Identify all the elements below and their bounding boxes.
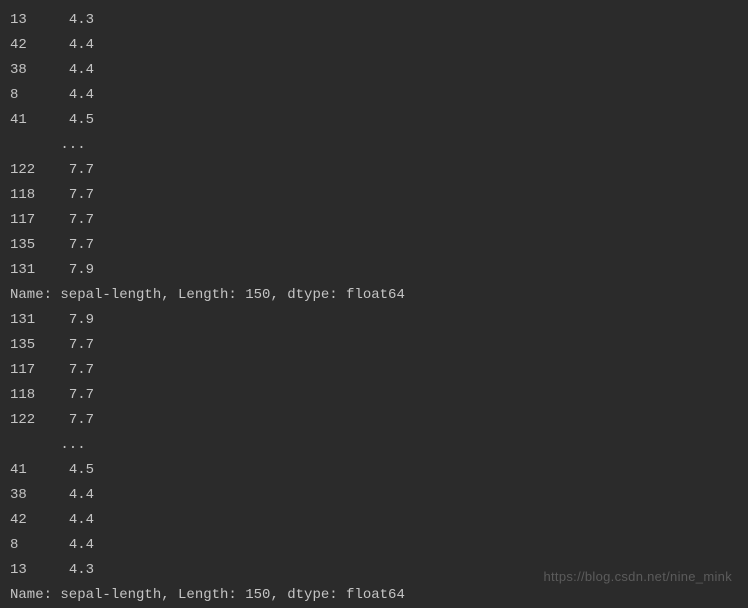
row-spacer [27,62,69,78]
data-row: 131 7.9 [10,308,738,333]
data-row: 38 4.4 [10,58,738,83]
row-index: 131 [10,312,35,328]
ellipsis-row: ... [10,133,738,158]
row-spacer [27,37,69,53]
row-index: 42 [10,37,27,53]
series-summary: Name: sepal-length, Length: 150, dtype: … [10,283,738,308]
row-value: 7.9 [69,262,94,278]
data-row: 8 4.4 [10,83,738,108]
row-index: 41 [10,112,27,128]
row-spacer [35,212,69,228]
row-index: 122 [10,162,35,178]
row-spacer [35,362,69,378]
row-spacer [27,112,69,128]
row-value: 7.7 [69,387,94,403]
row-index: 135 [10,237,35,253]
row-value: 4.5 [69,462,94,478]
row-spacer [27,12,69,28]
data-row: 118 7.7 [10,183,738,208]
data-row: 135 7.7 [10,233,738,258]
row-spacer [35,412,69,428]
row-index: 118 [10,187,35,203]
data-row: 117 7.7 [10,208,738,233]
row-index: 117 [10,212,35,228]
console-output: 13 4.3 42 4.4 38 4.4 8 4.4 41 4.5 ... 12… [10,8,738,608]
row-value: 4.4 [69,512,94,528]
row-value: 4.4 [69,537,94,553]
row-spacer [18,87,68,103]
data-row: 42 4.4 [10,33,738,58]
row-index: 38 [10,62,27,78]
row-value: 7.7 [69,187,94,203]
row-spacer [27,512,69,528]
row-spacer [35,162,69,178]
row-index: 13 [10,12,27,28]
row-spacer [35,387,69,403]
row-index: 122 [10,412,35,428]
row-index: 135 [10,337,35,353]
row-value: 7.7 [69,337,94,353]
data-row: 122 7.7 [10,158,738,183]
data-row: 38 4.4 [10,483,738,508]
row-index: 42 [10,512,27,528]
row-index: 38 [10,487,27,503]
row-spacer [27,462,69,478]
row-value: 4.4 [69,487,94,503]
row-value: 4.3 [69,12,94,28]
row-spacer [35,237,69,253]
row-index: 118 [10,387,35,403]
row-value: 4.5 [69,112,94,128]
row-value: 7.7 [69,237,94,253]
row-spacer [35,262,69,278]
row-value: 7.7 [69,412,94,428]
row-value: 4.4 [69,62,94,78]
data-row: 41 4.5 [10,108,738,133]
row-index: 41 [10,462,27,478]
row-value: 7.7 [69,362,94,378]
row-value: 7.9 [69,312,94,328]
data-row: 135 7.7 [10,333,738,358]
data-row: 42 4.4 [10,508,738,533]
row-value: 4.3 [69,562,94,578]
data-row: 122 7.7 [10,408,738,433]
data-row: 41 4.5 [10,458,738,483]
row-index: 13 [10,562,27,578]
row-index: 117 [10,362,35,378]
row-value: 4.4 [69,87,94,103]
row-value: 7.7 [69,212,94,228]
data-row: 118 7.7 [10,383,738,408]
data-row: 117 7.7 [10,358,738,383]
row-spacer [27,487,69,503]
data-row: 131 7.9 [10,258,738,283]
row-spacer [18,537,68,553]
row-spacer [35,187,69,203]
watermark-text: https://blog.csdn.net/nine_mink [543,564,732,589]
row-index: 131 [10,262,35,278]
row-value: 4.4 [69,37,94,53]
data-row: 13 4.3 [10,8,738,33]
row-value: 7.7 [69,162,94,178]
row-spacer [35,312,69,328]
data-row: 8 4.4 [10,533,738,558]
row-spacer [35,337,69,353]
ellipsis-row: ... [10,433,738,458]
row-spacer [27,562,69,578]
